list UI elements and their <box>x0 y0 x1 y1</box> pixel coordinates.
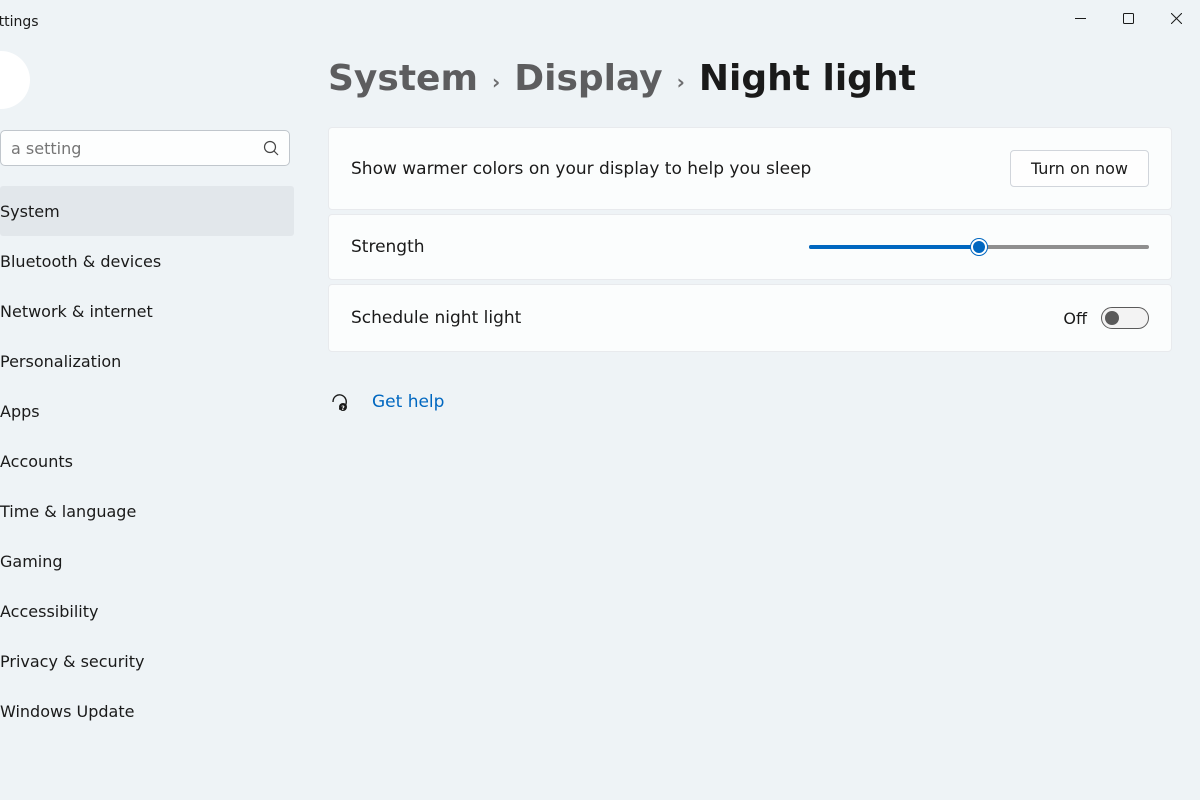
window-controls <box>1056 0 1200 44</box>
sidebar-item-windows-update[interactable]: Windows Update <box>0 686 294 736</box>
toggle-knob <box>1105 311 1119 325</box>
svg-text:?: ? <box>341 405 345 412</box>
schedule-toggle-wrap: Off <box>1063 307 1149 329</box>
nav-list: System Bluetooth & devices Network & int… <box>0 186 298 736</box>
sidebar-item-network[interactable]: Network & internet <box>0 286 294 336</box>
sidebar-item-label: Network & internet <box>0 302 153 321</box>
turn-on-now-button[interactable]: Turn on now <box>1010 150 1149 187</box>
slider-thumb[interactable] <box>971 239 987 255</box>
account-area[interactable] <box>0 50 298 110</box>
close-button[interactable] <box>1152 0 1200 36</box>
maximize-icon <box>1123 13 1134 24</box>
sidebar-item-personalization[interactable]: Personalization <box>0 336 294 386</box>
sidebar-item-label: Personalization <box>0 352 121 371</box>
sidebar-item-bluetooth[interactable]: Bluetooth & devices <box>0 236 294 286</box>
card-strength: Strength <box>328 214 1172 280</box>
sidebar-item-label: Privacy & security <box>0 652 144 671</box>
slider-track <box>809 245 1149 249</box>
chevron-right-icon: › <box>677 70 685 94</box>
help-row: ? Get help <box>328 392 1172 412</box>
search-icon <box>263 140 279 156</box>
window-title: ettings <box>0 14 39 30</box>
breadcrumb-current: Night light <box>699 58 916 99</box>
sidebar-item-gaming[interactable]: Gaming <box>0 536 294 586</box>
sidebar-item-label: Windows Update <box>0 702 134 721</box>
help-icon: ? <box>330 392 350 412</box>
night-light-description: Show warmer colors on your display to he… <box>351 159 811 179</box>
chevron-right-icon: › <box>492 70 500 94</box>
breadcrumb-display[interactable]: Display <box>514 58 662 99</box>
maximize-button[interactable] <box>1104 0 1152 36</box>
sidebar-item-time-language[interactable]: Time & language <box>0 486 294 536</box>
search-box[interactable] <box>0 130 290 166</box>
strength-slider[interactable] <box>809 245 1149 249</box>
breadcrumb-system[interactable]: System <box>328 58 478 99</box>
get-help-link[interactable]: Get help <box>372 392 444 412</box>
minimize-button[interactable] <box>1056 0 1104 36</box>
schedule-toggle[interactable] <box>1101 307 1149 329</box>
sidebar-item-label: Time & language <box>0 502 136 521</box>
sidebar-item-label: Accessibility <box>0 602 98 621</box>
sidebar-item-label: Gaming <box>0 552 63 571</box>
breadcrumb: System › Display › Night light <box>328 58 1172 99</box>
close-icon <box>1171 13 1182 24</box>
sidebar-item-apps[interactable]: Apps <box>0 386 294 436</box>
sidebar-item-label: Apps <box>0 402 40 421</box>
minimize-icon <box>1075 13 1086 24</box>
sidebar: System Bluetooth & devices Network & int… <box>0 44 298 800</box>
sidebar-item-accounts[interactable]: Accounts <box>0 436 294 486</box>
sidebar-item-label: Accounts <box>0 452 73 471</box>
sidebar-item-system[interactable]: System <box>0 186 294 236</box>
sidebar-item-label: Bluetooth & devices <box>0 252 161 271</box>
sidebar-item-accessibility[interactable]: Accessibility <box>0 586 294 636</box>
sidebar-item-label: System <box>0 202 60 221</box>
search-input[interactable] <box>11 139 263 158</box>
titlebar-left: ettings <box>0 14 39 30</box>
card-description: Show warmer colors on your display to he… <box>328 127 1172 210</box>
strength-label: Strength <box>351 237 425 257</box>
schedule-label: Schedule night light <box>351 308 521 328</box>
titlebar: ettings <box>0 0 1200 44</box>
main-content: System › Display › Night light Show warm… <box>298 44 1200 800</box>
schedule-toggle-state: Off <box>1063 309 1087 328</box>
sidebar-item-privacy-security[interactable]: Privacy & security <box>0 636 294 686</box>
card-schedule: Schedule night light Off <box>328 284 1172 352</box>
avatar <box>0 51 30 109</box>
slider-fill <box>809 245 979 249</box>
